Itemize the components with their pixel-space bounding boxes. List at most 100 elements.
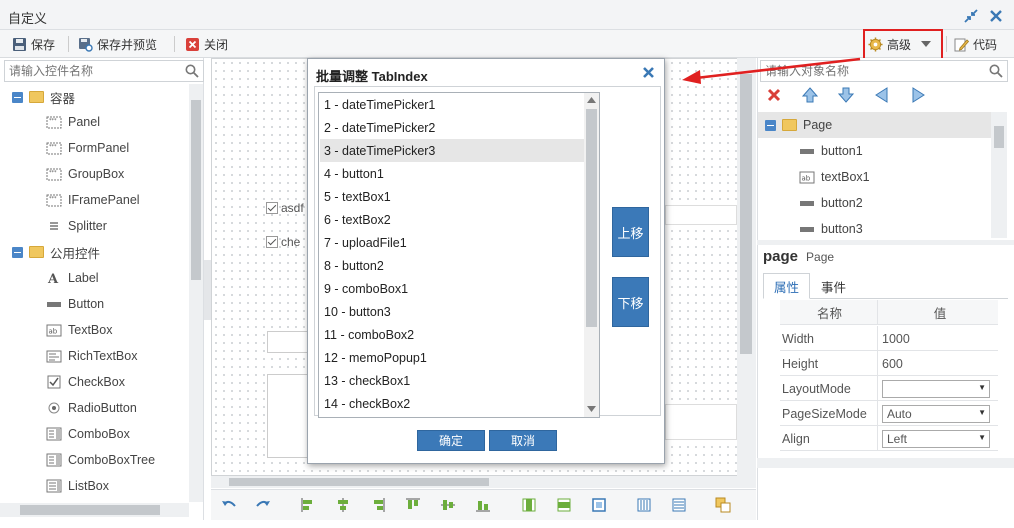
list-item[interactable]: 10 - button3 [320, 300, 584, 323]
close-button[interactable]: 关闭 [185, 34, 228, 54]
redo-icon[interactable] [255, 497, 271, 513]
scroll-thumb[interactable] [191, 100, 201, 280]
control-item-comboboxtree[interactable]: ComboBoxTree [46, 447, 155, 473]
scroll-thumb[interactable] [586, 109, 597, 327]
distribute-horizontal-icon[interactable] [636, 497, 652, 513]
move-up-icon[interactable] [802, 87, 818, 103]
undo-icon[interactable] [221, 497, 237, 513]
list-item[interactable]: 8 - button2 [320, 254, 584, 277]
delete-icon[interactable] [766, 87, 782, 103]
object-tree-item[interactable]: button2 [799, 190, 863, 216]
tree-group-common-controls[interactable]: 公用控件 [12, 239, 100, 265]
list-item[interactable]: 11 - comboBox2 [320, 323, 584, 346]
scroll-up-arrow-icon[interactable] [587, 97, 596, 103]
tab-properties[interactable]: 属性 [763, 273, 811, 299]
scroll-thumb[interactable] [994, 126, 1004, 148]
list-item[interactable]: 4 - button1 [320, 162, 584, 185]
tree-group-containers[interactable]: 容器 [12, 84, 75, 110]
control-item-radiobutton[interactable]: RadioButton [46, 395, 137, 421]
property-value[interactable]: 1000 [878, 326, 998, 351]
canvas-field[interactable] [665, 205, 737, 225]
canvas-hscrollbar[interactable] [211, 476, 756, 488]
listbox-scrollbar[interactable] [584, 93, 599, 417]
move-up-button[interactable]: 上移 [612, 207, 649, 257]
layoutmode-select[interactable] [882, 379, 990, 398]
control-item-iframepanel[interactable]: *** IFramePanel [46, 187, 140, 213]
collapse-icon[interactable] [12, 91, 23, 103]
align-bottom-icon[interactable] [475, 497, 491, 513]
property-row[interactable]: Align Left [780, 426, 998, 451]
distribute-vertical-icon[interactable] [671, 497, 687, 513]
canvas-field[interactable] [665, 404, 737, 440]
object-tree-item[interactable]: ab textBox1 [799, 164, 870, 190]
canvas-checkbox-2[interactable]: che [266, 235, 300, 249]
controls-hscrollbar[interactable] [0, 503, 189, 517]
move-left-icon[interactable] [874, 87, 890, 103]
search-icon[interactable] [185, 64, 199, 78]
list-item[interactable]: 9 - comboBox1 [320, 277, 584, 300]
collapse-icon[interactable] [12, 246, 23, 258]
same-width-icon[interactable] [521, 497, 537, 513]
object-tree-scrollbar[interactable] [991, 112, 1007, 238]
cancel-button[interactable]: 取消 [489, 430, 557, 451]
list-item[interactable]: 12 - memoPopup1 [320, 346, 584, 369]
align-middle-icon[interactable] [440, 497, 456, 513]
tab-events[interactable]: 事件 [811, 273, 856, 299]
control-item-button[interactable]: Button [46, 291, 104, 317]
property-grid-hscrollbar[interactable] [757, 458, 1014, 468]
list-item[interactable]: 14 - checkBox2 [320, 392, 584, 415]
bring-front-icon[interactable] [715, 497, 731, 513]
list-item-selected[interactable]: 3 - dateTimePicker3 [320, 139, 584, 162]
control-item-listbox[interactable]: ListBox [46, 473, 109, 499]
list-item[interactable]: 13 - checkBox1 [320, 369, 584, 392]
close-window-icon[interactable] [989, 9, 1003, 23]
list-item[interactable]: 7 - uploadFile1 [320, 231, 584, 254]
control-search-input[interactable] [5, 61, 174, 81]
control-item-panel[interactable]: *** Panel [46, 109, 100, 135]
move-down-button[interactable]: 下移 [612, 277, 649, 327]
scroll-down-arrow-icon[interactable] [587, 406, 596, 412]
property-row[interactable]: LayoutMode [780, 376, 998, 401]
same-height-icon[interactable] [556, 497, 572, 513]
control-item-groupbox[interactable]: *** GroupBox [46, 161, 124, 187]
object-tree-root[interactable]: Page [765, 112, 832, 138]
restore-icon[interactable] [964, 9, 978, 23]
ok-button[interactable]: 确定 [417, 430, 485, 451]
align-center-icon[interactable] [335, 497, 351, 513]
list-item[interactable]: 6 - textBox2 [320, 208, 584, 231]
move-down-icon[interactable] [838, 87, 854, 103]
list-item[interactable]: 2 - dateTimePicker2 [320, 116, 584, 139]
list-item[interactable]: 1 - dateTimePicker1 [320, 93, 584, 116]
tabindex-listbox[interactable]: 1 - dateTimePicker1 2 - dateTimePicker2 … [318, 92, 600, 418]
align-right-icon[interactable] [370, 497, 386, 513]
canvas-vscrollbar[interactable] [737, 58, 756, 476]
property-value[interactable]: 600 [878, 351, 998, 376]
scroll-thumb[interactable] [740, 74, 752, 354]
list-item[interactable]: 5 - textBox1 [320, 185, 584, 208]
search-icon[interactable] [989, 64, 1003, 78]
canvas-checkbox-1[interactable]: asdf [266, 201, 304, 215]
scroll-thumb[interactable] [20, 505, 160, 515]
control-item-formpanel[interactable]: *** FormPanel [46, 135, 129, 161]
align-left-icon[interactable] [300, 497, 316, 513]
move-right-icon[interactable] [910, 87, 926, 103]
control-item-splitter[interactable]: Splitter [46, 213, 107, 239]
checkbox-box[interactable] [266, 202, 278, 214]
save-button[interactable]: 保存 [12, 34, 55, 54]
control-item-richtextbox[interactable]: RichTextBox [46, 343, 137, 369]
control-item-label[interactable]: A Label [46, 265, 99, 291]
scroll-thumb[interactable] [229, 478, 489, 486]
controls-scrollbar[interactable] [189, 84, 203, 502]
control-item-checkbox[interactable]: CheckBox [46, 369, 125, 395]
same-size-icon[interactable] [591, 497, 607, 513]
object-tree-item[interactable]: button1 [799, 138, 863, 164]
dialog-close-icon[interactable] [642, 66, 655, 79]
property-row[interactable]: PageSizeMode Auto [780, 401, 998, 426]
control-item-combobox[interactable]: ComboBox [46, 421, 130, 447]
collapse-left-handle[interactable] [204, 260, 211, 320]
property-row[interactable]: Width 1000 [780, 326, 998, 351]
object-tree-item[interactable]: button3 [799, 216, 863, 242]
control-search-box[interactable] [4, 60, 204, 82]
align-select[interactable]: Left [882, 429, 990, 448]
save-preview-button[interactable]: 保存并预览 [78, 34, 157, 54]
